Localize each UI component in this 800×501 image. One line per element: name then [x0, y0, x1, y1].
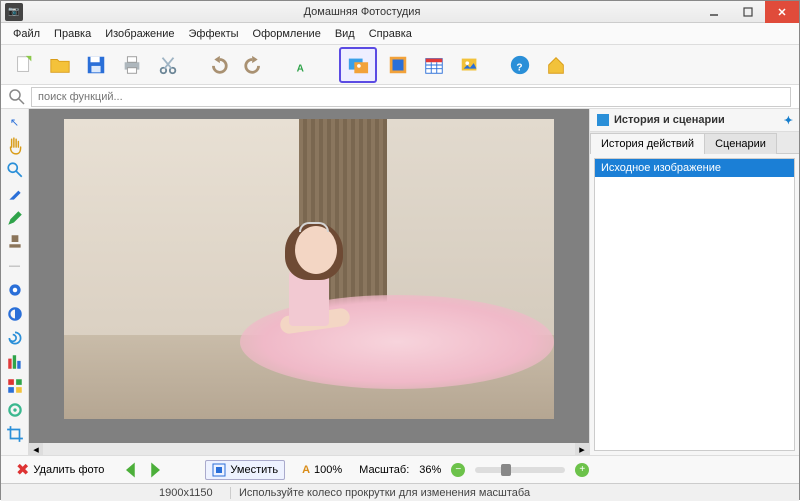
- pointer-tool-icon[interactable]: ↖: [6, 113, 24, 131]
- menu-effects[interactable]: Эффекты: [183, 26, 245, 42]
- cut-button[interactable]: [153, 50, 183, 80]
- zoom-100-label: 100%: [314, 464, 342, 476]
- stamp-tool-icon[interactable]: [6, 233, 24, 251]
- scale-label: Масштаб:: [359, 464, 409, 476]
- pencil-tool-icon[interactable]: [6, 209, 24, 227]
- scale-value: 36%: [419, 464, 441, 476]
- history-item[interactable]: Исходное изображение: [595, 159, 794, 177]
- add-scenario-button[interactable]: ✦: [784, 114, 793, 127]
- history-panel-icon: [596, 113, 610, 127]
- minimize-button[interactable]: [697, 1, 731, 23]
- frame-button[interactable]: [383, 50, 413, 80]
- menu-file[interactable]: Файл: [7, 26, 46, 42]
- side-panel-title: История и сценарии: [614, 114, 784, 126]
- zoom-slider[interactable]: [475, 467, 565, 473]
- status-dimensions: 1900x1150: [151, 487, 231, 499]
- menu-image[interactable]: Изображение: [99, 26, 180, 42]
- side-panel-tabs: История действий Сценарии: [590, 132, 799, 154]
- delete-label: Удалить фото: [33, 464, 104, 476]
- zoom-100-button[interactable]: A 100%: [295, 461, 349, 479]
- zoom-in-button[interactable]: +: [575, 463, 589, 477]
- delete-photo-button[interactable]: ✖ Удалить фото: [9, 457, 111, 483]
- save-button[interactable]: [81, 50, 111, 80]
- side-panel: История и сценарии ✦ История действий Сц…: [589, 109, 799, 455]
- photo-preview: [64, 119, 554, 419]
- search-bar: [1, 85, 799, 109]
- fit-icon: [212, 463, 226, 477]
- undo-button[interactable]: [203, 50, 233, 80]
- crop-tool-icon[interactable]: [6, 425, 24, 443]
- print-button[interactable]: [117, 50, 147, 80]
- menu-edit[interactable]: Правка: [48, 26, 97, 42]
- letter-a-icon: A: [302, 464, 310, 476]
- menu-help[interactable]: Справка: [363, 26, 418, 42]
- brush-tool-icon[interactable]: [6, 185, 24, 203]
- zoom-out-button[interactable]: −: [451, 463, 465, 477]
- hand-tool-icon[interactable]: [6, 137, 24, 155]
- status-hint: Используйте колесо прокрутки для изменен…: [231, 487, 799, 499]
- menu-view[interactable]: Вид: [329, 26, 361, 42]
- scroll-left-icon[interactable]: ◂: [29, 443, 43, 455]
- canvas-area[interactable]: ◂ ▸: [29, 109, 589, 455]
- main-toolbar: A ?: [1, 45, 799, 85]
- prev-photo-button[interactable]: [121, 461, 141, 479]
- main-area: ↖ — ◂ ▸: [1, 109, 799, 455]
- horizontal-scrollbar[interactable]: ◂ ▸: [29, 443, 589, 455]
- tab-scenarios[interactable]: Сценарии: [704, 133, 777, 154]
- bottom-bar: ✖ Удалить фото Уместить A 100% Масштаб: …: [1, 455, 799, 483]
- text-tool-button[interactable]: A: [289, 50, 319, 80]
- levels-tool-icon[interactable]: [6, 353, 24, 371]
- image-insert-button[interactable]: [339, 47, 377, 83]
- open-folder-button[interactable]: [45, 50, 75, 80]
- eraser-tool-icon[interactable]: —: [6, 257, 24, 275]
- app-icon: 📷: [5, 3, 23, 21]
- new-file-button[interactable]: [9, 50, 39, 80]
- search-input[interactable]: [31, 87, 791, 107]
- delete-icon: ✖: [16, 460, 29, 480]
- titlebar: 📷 Домашняя Фотостудия: [1, 1, 799, 23]
- close-button[interactable]: [765, 1, 799, 23]
- menubar: Файл Правка Изображение Эффекты Оформлен…: [1, 23, 799, 45]
- fit-label: Уместить: [230, 464, 278, 476]
- patch-tool-icon[interactable]: [6, 401, 24, 419]
- swirl-tool-icon[interactable]: [6, 329, 24, 347]
- tool-tray: ↖ —: [1, 109, 29, 455]
- svg-text:A: A: [297, 63, 305, 74]
- calendar-button[interactable]: [419, 50, 449, 80]
- window-title: Домашняя Фотостудия: [27, 6, 697, 18]
- history-list[interactable]: Исходное изображение: [594, 158, 795, 451]
- redeye-tool-icon[interactable]: [6, 281, 24, 299]
- effects-button[interactable]: [455, 50, 485, 80]
- home-button[interactable]: [541, 50, 571, 80]
- help-button[interactable]: ?: [505, 50, 535, 80]
- next-photo-button[interactable]: [145, 461, 165, 479]
- maximize-button[interactable]: [731, 1, 765, 23]
- menu-design[interactable]: Оформление: [247, 26, 327, 42]
- search-icon: [9, 89, 25, 105]
- darkcircle-tool-icon[interactable]: [6, 305, 24, 323]
- fit-button[interactable]: Уместить: [205, 460, 285, 480]
- redo-button[interactable]: [239, 50, 269, 80]
- status-bar: 1900x1150 Используйте колесо прокрутки д…: [1, 483, 799, 501]
- scroll-right-icon[interactable]: ▸: [575, 443, 589, 455]
- tab-history[interactable]: История действий: [590, 133, 705, 154]
- zoom-tool-icon[interactable]: [6, 161, 24, 179]
- palette-tool-icon[interactable]: [6, 377, 24, 395]
- svg-text:?: ?: [516, 62, 522, 73]
- slider-thumb[interactable]: [501, 464, 511, 476]
